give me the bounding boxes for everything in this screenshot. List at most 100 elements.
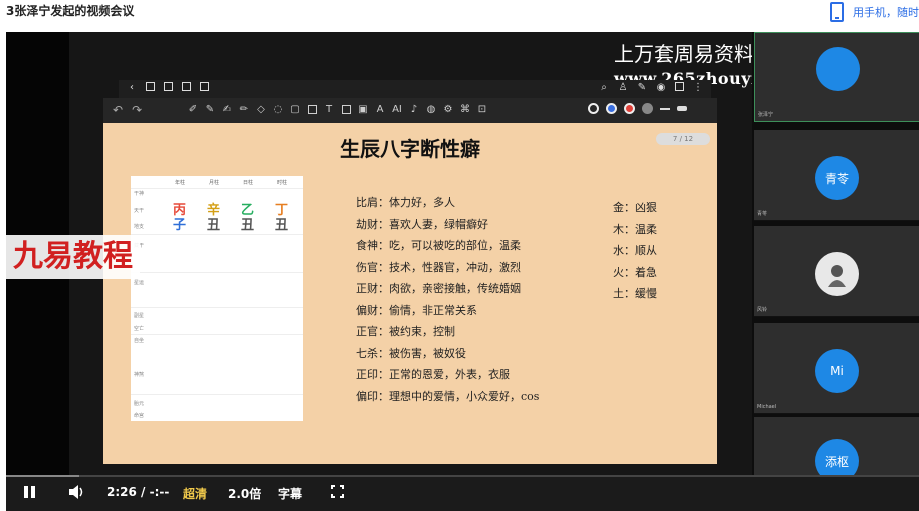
list-item: 正官：被约束，控制 bbox=[356, 325, 455, 338]
list-item: 金：凶狠 bbox=[613, 201, 657, 214]
color-red[interactable] bbox=[624, 103, 635, 114]
image-icon[interactable] bbox=[307, 105, 317, 114]
five-elements-list: 金：凶狠 木：温柔 水：顺从 火：着急 土：缓慢 bbox=[613, 199, 657, 307]
top-bar: 3张泽宁发起的视频会议 用手机，随时 bbox=[0, 0, 919, 30]
table-header: 年柱 bbox=[175, 180, 186, 186]
back-icon[interactable]: ‹ bbox=[127, 82, 137, 94]
list-item: 水：顺从 bbox=[613, 244, 657, 257]
thin-line[interactable] bbox=[660, 107, 670, 110]
table-header: 日柱 bbox=[243, 180, 254, 186]
bookmark-icon[interactable] bbox=[164, 82, 173, 91]
row-label: 神煞 bbox=[134, 372, 145, 378]
media-icon[interactable]: ▣ bbox=[357, 103, 369, 116]
participant-panel: 张泽宁 青苓 青苓 风铃 Mi Michael 添枢 bbox=[752, 32, 919, 511]
redo-icon[interactable]: ↷ bbox=[132, 103, 142, 117]
participant-photo bbox=[815, 252, 859, 296]
eye-icon[interactable]: ◉ bbox=[656, 82, 666, 94]
pen-icon[interactable]: ✎ bbox=[637, 82, 647, 94]
color-white[interactable] bbox=[588, 103, 599, 114]
list-item: 七杀：被伤害，被奴役 bbox=[356, 346, 466, 360]
quality-button[interactable]: 超清 bbox=[183, 485, 207, 502]
capture-icon[interactable]: ⌘ bbox=[459, 103, 471, 116]
phone-icon bbox=[830, 2, 844, 22]
participant-name: Michael bbox=[757, 404, 777, 410]
table-header: 时柱 bbox=[277, 180, 288, 186]
pause-icon[interactable] bbox=[24, 486, 36, 498]
microphone-icon[interactable]: ♪ bbox=[408, 103, 420, 116]
list-item: 火：着急 bbox=[613, 265, 657, 279]
subtitle-button[interactable]: 字幕 bbox=[278, 485, 302, 502]
participant-name: 青苓 bbox=[757, 211, 768, 217]
thick-line[interactable] bbox=[677, 106, 687, 111]
row-label: 命宫 bbox=[134, 413, 145, 419]
shapes-icon[interactable]: ◍ bbox=[425, 103, 437, 116]
shirt-icon[interactable]: ♙ bbox=[618, 82, 628, 94]
table-header: 月柱 bbox=[209, 180, 220, 186]
table-icon[interactable] bbox=[341, 105, 351, 114]
speed-button[interactable]: 2.0倍 bbox=[228, 485, 261, 502]
participant-tile[interactable]: 风铃 bbox=[754, 226, 919, 317]
shape-icon[interactable]: ▢ bbox=[289, 103, 301, 116]
participant-tile[interactable]: 张泽宁 bbox=[754, 32, 919, 122]
lasso-icon[interactable]: ◌ bbox=[272, 103, 284, 116]
participant-tile[interactable]: 青苓 青苓 bbox=[754, 130, 919, 221]
time-display: 2:26 / -:-- bbox=[107, 485, 170, 499]
row-label: 天干 bbox=[134, 208, 145, 214]
screen-icon[interactable] bbox=[200, 82, 209, 91]
participant-avatar: Mi bbox=[815, 349, 859, 393]
color-blue[interactable] bbox=[606, 103, 617, 114]
row-label: 地支 bbox=[134, 224, 145, 230]
brush-icon[interactable]: ✍ bbox=[221, 103, 233, 116]
bazi-chart-card: 年柱 月柱 日柱 时柱 干神 天干 地支 藏干 星运 副星 空亡 自坐 神煞 胎… bbox=[131, 176, 303, 421]
progress-bar[interactable] bbox=[6, 475, 919, 477]
settings-icon[interactable]: ⚙ bbox=[442, 103, 454, 116]
more-icon[interactable]: ⋮ bbox=[693, 82, 703, 94]
list-item: 劫财：喜欢人妻，绿帽癖好 bbox=[356, 217, 488, 231]
list-item: 木：温柔 bbox=[613, 222, 657, 236]
list-item: 正印：正常的恩爱，外表，衣服 bbox=[356, 368, 510, 381]
dizhi-cell: 丑 bbox=[275, 218, 289, 233]
color-gray[interactable] bbox=[642, 103, 653, 114]
laser-pen-icon[interactable]: ✐ bbox=[187, 103, 199, 116]
dizhi-cell: 丑 bbox=[241, 218, 255, 233]
slide-pager[interactable]: 7 / 12 bbox=[656, 133, 710, 145]
list-item: 偏印：理想中的爱情，小众爱好，cos bbox=[356, 389, 540, 403]
row-label: 星运 bbox=[134, 280, 145, 286]
list-item: 伤官：技术，性器官，冲动，激烈 bbox=[356, 260, 521, 274]
highlighter-icon[interactable]: ✏ bbox=[238, 103, 250, 116]
text-box-icon[interactable]: A bbox=[374, 103, 386, 116]
document-icon[interactable] bbox=[675, 82, 684, 91]
list-item: 比肩：体力好，多人 bbox=[356, 196, 455, 209]
participant-avatar: 青苓 bbox=[815, 156, 859, 200]
person-silhouette-icon bbox=[828, 265, 846, 287]
dizhi-cell: 丑 bbox=[207, 218, 221, 233]
shared-app-toolbar: ‹ ⌕ ♙ ✎ ◉ ⋮ bbox=[119, 80, 711, 98]
text-icon[interactable]: T bbox=[323, 103, 335, 116]
volume-icon[interactable] bbox=[68, 485, 86, 499]
row-label: 干神 bbox=[134, 191, 145, 197]
participant-tile[interactable]: Mi Michael bbox=[754, 323, 919, 414]
participant-avatar bbox=[816, 47, 860, 91]
dizhi-cell: 子 bbox=[173, 218, 187, 233]
row-label: 胎元 bbox=[134, 401, 145, 407]
fullscreen-icon[interactable] bbox=[331, 485, 344, 498]
video-player[interactable]: 上万套周易资料教程 www.265zhouyiw.com ‹ ⌕ ♙ ✎ ◉ ⋮… bbox=[6, 32, 919, 511]
pencil-icon[interactable]: ✎ bbox=[204, 103, 216, 116]
ai-icon[interactable]: AI bbox=[391, 103, 403, 116]
row-label: 空亡 bbox=[134, 326, 145, 332]
add-page-icon[interactable] bbox=[182, 82, 191, 91]
crop-icon[interactable]: ⊡ bbox=[476, 103, 488, 116]
list-item: 土：缓慢 bbox=[613, 287, 657, 300]
presentation-slide: 生辰八字断性癖 7 / 12 年柱 月柱 日柱 时柱 干神 天干 地支 藏干 星… bbox=[103, 123, 717, 464]
drawing-toolbar: ↶ ↷ ✐ ✎ ✍ ✏ ◇ ◌ ▢ T ▣ A AI ♪ ◍ ⚙ ⌘ ⊡ bbox=[103, 98, 717, 123]
list-item: 偏财：偷情，非正常关系 bbox=[356, 303, 477, 317]
undo-icon[interactable]: ↶ bbox=[113, 103, 123, 117]
mobile-link[interactable]: 用手机，随时 bbox=[830, 0, 919, 24]
participant-name: 风铃 bbox=[757, 307, 768, 313]
slide-title: 生辰八字断性癖 bbox=[340, 137, 480, 161]
grid-icon[interactable] bbox=[146, 82, 155, 91]
search-icon[interactable]: ⌕ bbox=[599, 82, 609, 94]
eraser-icon[interactable]: ◇ bbox=[255, 103, 267, 116]
mobile-link-label: 用手机，随时 bbox=[853, 6, 919, 19]
brand-watermark: 九易教程 bbox=[6, 235, 140, 279]
